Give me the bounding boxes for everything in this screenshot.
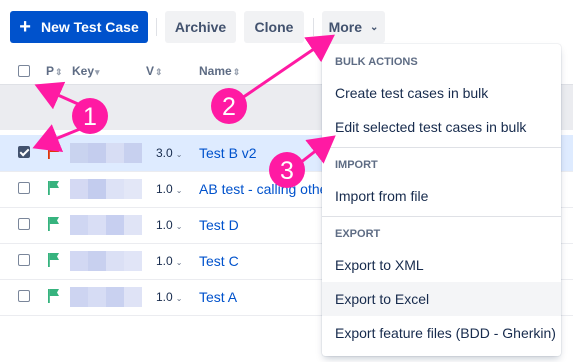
annotation-overlay: 1 2 3 [32, 34, 336, 188]
svg-text:2: 2 [222, 93, 236, 121]
annotation-marker-1: 1 [72, 98, 108, 134]
svg-text:1: 1 [83, 103, 97, 131]
svg-text:3: 3 [280, 157, 294, 185]
annotation-arrow-3 [299, 135, 336, 165]
annotation-marker-3: 3 [269, 152, 305, 188]
annotation-arrow-1a [34, 81, 79, 110]
annotation-marker-2: 2 [211, 88, 247, 124]
annotation-arrow-2 [241, 34, 335, 100]
annotation-arrow-1b [32, 124, 81, 153]
